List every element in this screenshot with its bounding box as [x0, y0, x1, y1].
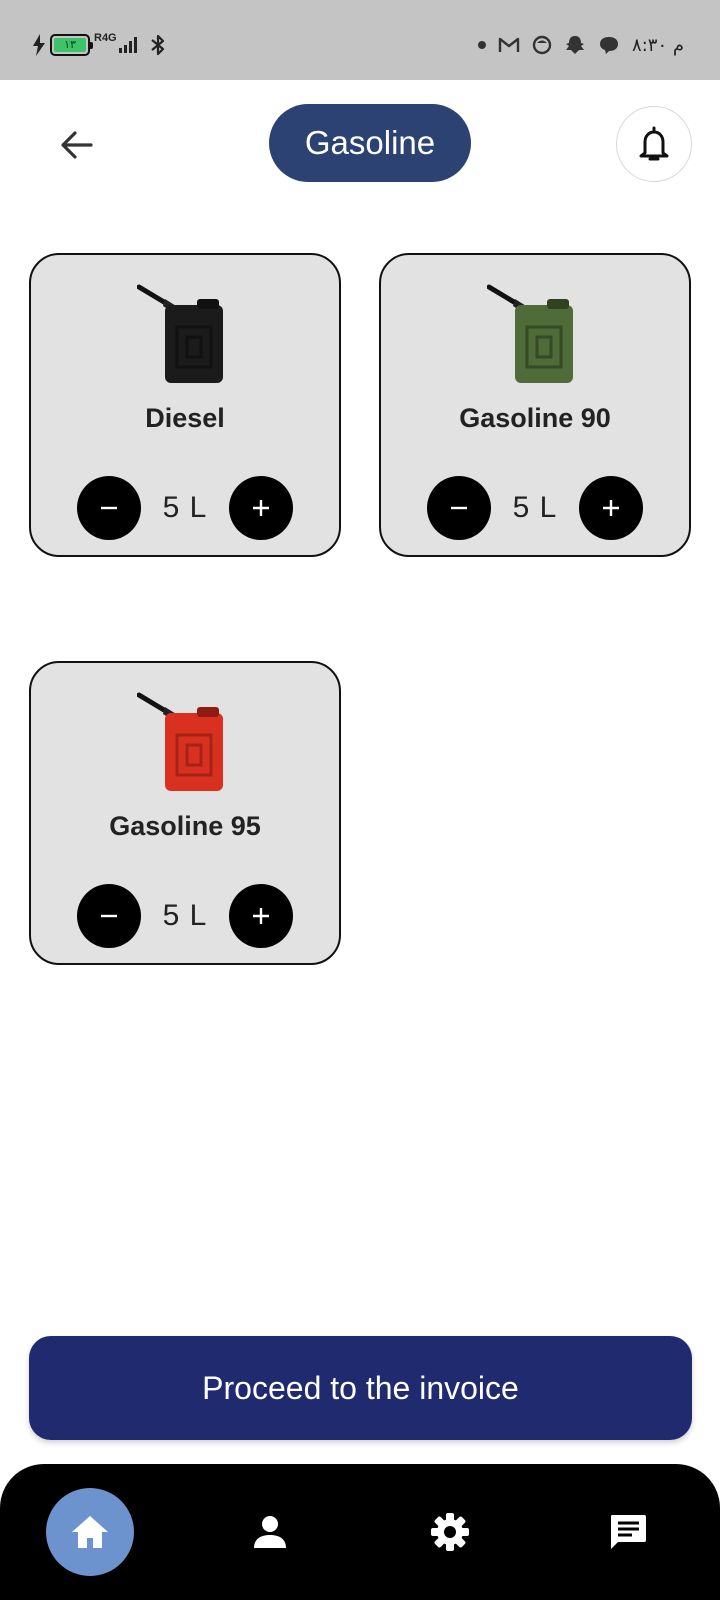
charging-icon: [33, 34, 45, 56]
gmail-icon: [498, 37, 520, 52]
can-body: [515, 305, 573, 383]
quantity-stepper: 5 L: [427, 475, 643, 541]
message-icon: [611, 1515, 646, 1549]
product-name: Gasoline 90: [459, 403, 611, 433]
battery-icon: ۱۳: [50, 34, 93, 56]
can-body: [165, 713, 223, 791]
status-right: ۸:۳۰ م: [478, 34, 684, 56]
bell-icon: [639, 126, 669, 161]
status-left: ۱۳ R4G: [32, 32, 167, 56]
home-icon: [72, 1516, 108, 1548]
quantity-value: 5 L: [162, 899, 208, 932]
jerrycan-icon: [137, 284, 223, 383]
nav-home[interactable]: [46, 1488, 134, 1576]
product-name: Gasoline 95: [109, 811, 261, 841]
product-card-diesel[interactable]: Diesel 5 L: [29, 253, 341, 557]
status-clock: ۸:۳۰ م: [632, 34, 684, 56]
bottom-nav: [0, 1464, 720, 1600]
proceed-to-invoice-button[interactable]: Proceed to the invoice: [29, 1336, 692, 1440]
dot-icon: [478, 41, 487, 49]
plus-icon: [253, 908, 269, 924]
status-bar: ۱۳ R4G ۸:۳۰ م: [0, 0, 720, 80]
back-button[interactable]: [52, 120, 102, 170]
gear-icon: [431, 1513, 469, 1551]
bluetooth-icon: [150, 34, 164, 56]
quantity-value: 5 L: [162, 491, 208, 524]
increase-button[interactable]: [579, 476, 643, 540]
page-title: Gasoline: [269, 104, 471, 182]
increase-button[interactable]: [229, 884, 293, 948]
battery-level: ۱۳: [54, 38, 86, 52]
product-name: Diesel: [145, 403, 225, 433]
product-card-gasoline-90[interactable]: Gasoline 90 5 L: [379, 253, 691, 557]
nav-settings[interactable]: [406, 1488, 494, 1576]
product-card-gasoline-95[interactable]: Gasoline 95 5 L: [29, 661, 341, 965]
plus-icon: [603, 500, 619, 516]
snapchat-icon: [566, 36, 585, 54]
jerrycan-icon: [137, 692, 223, 791]
chat-bubble-icon: [600, 37, 619, 54]
person-icon: [254, 1516, 286, 1548]
minus-icon: [451, 506, 467, 510]
network-type: R4G: [94, 32, 117, 44]
notifications-button[interactable]: [616, 106, 692, 182]
decrease-button[interactable]: [77, 476, 141, 540]
quantity-stepper: 5 L: [77, 883, 293, 949]
signal-icon: [118, 37, 137, 53]
quantity-stepper: 5 L: [77, 475, 293, 541]
nav-messages[interactable]: [584, 1488, 672, 1576]
decrease-button[interactable]: [427, 476, 491, 540]
nav-profile[interactable]: [226, 1488, 314, 1576]
plus-icon: [253, 500, 269, 516]
arrow-left-icon: [61, 131, 93, 159]
minus-icon: [101, 506, 117, 510]
jerrycan-icon: [487, 284, 573, 383]
quantity-value: 5 L: [512, 491, 558, 524]
decrease-button[interactable]: [77, 884, 141, 948]
app-icon: [532, 35, 552, 55]
minus-icon: [101, 914, 117, 918]
increase-button[interactable]: [229, 476, 293, 540]
can-body: [165, 305, 223, 383]
